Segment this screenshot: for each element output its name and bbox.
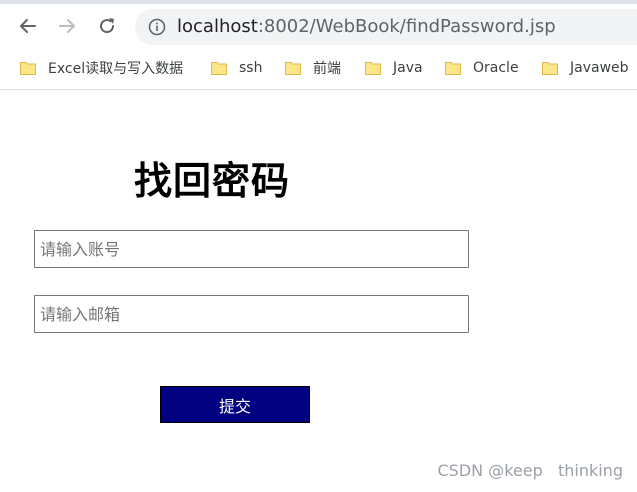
email-input[interactable] [34,295,469,333]
folder-icon [542,62,558,75]
bookmarks-bar: Excel读取与写入数据 ssh 前端 Java Oracle Javaweb [0,54,637,82]
tab-strip-edge [0,0,637,4]
folder-icon [285,62,301,75]
arrow-left-icon [20,19,36,33]
address-bar[interactable]: localhost:8002/WebBook/findPassword.jsp [135,9,637,45]
arrow-right-icon [59,19,75,33]
folder-icon [211,62,227,75]
info-icon[interactable] [148,18,166,36]
bookmark-javaweb[interactable]: Javaweb [542,54,629,82]
bookmark-label: Oracle [473,60,519,76]
bookmark-oracle[interactable]: Oracle [445,54,519,82]
bookmark-label: 前端 [313,61,341,77]
bookmark-label: ssh [239,60,263,76]
bookmark-ssh[interactable]: ssh [211,54,262,82]
url-path: :8002/WebBook/findPassword.jsp [257,16,556,37]
reload-button[interactable] [91,10,123,42]
reload-icon [100,18,115,34]
forward-button[interactable] [51,10,83,42]
url-text[interactable]: localhost:8002/WebBook/findPassword.jsp [177,16,556,38]
bookmark-java[interactable]: Java [365,54,423,82]
bookmark-label: Javaweb [570,60,629,76]
submit-button[interactable]: 提交 [160,386,310,423]
page-title: 找回密码 [134,159,291,203]
browser-chrome: localhost:8002/WebBook/findPassword.jsp … [0,0,637,90]
back-button[interactable] [12,10,44,42]
bookmark-frontend[interactable]: 前端 [285,54,341,82]
bookmark-label: Excel读取与写入数据 [48,61,184,77]
folder-icon [445,62,461,75]
account-input[interactable] [34,230,469,268]
url-host: localhost [177,16,258,37]
folder-icon [20,62,36,75]
watermark: CSDN @keep thinking [437,461,623,480]
bookmark-label: Java [393,60,423,76]
bookmark-excel[interactable]: Excel读取与写入数据 [20,54,183,82]
folder-icon [365,62,381,75]
